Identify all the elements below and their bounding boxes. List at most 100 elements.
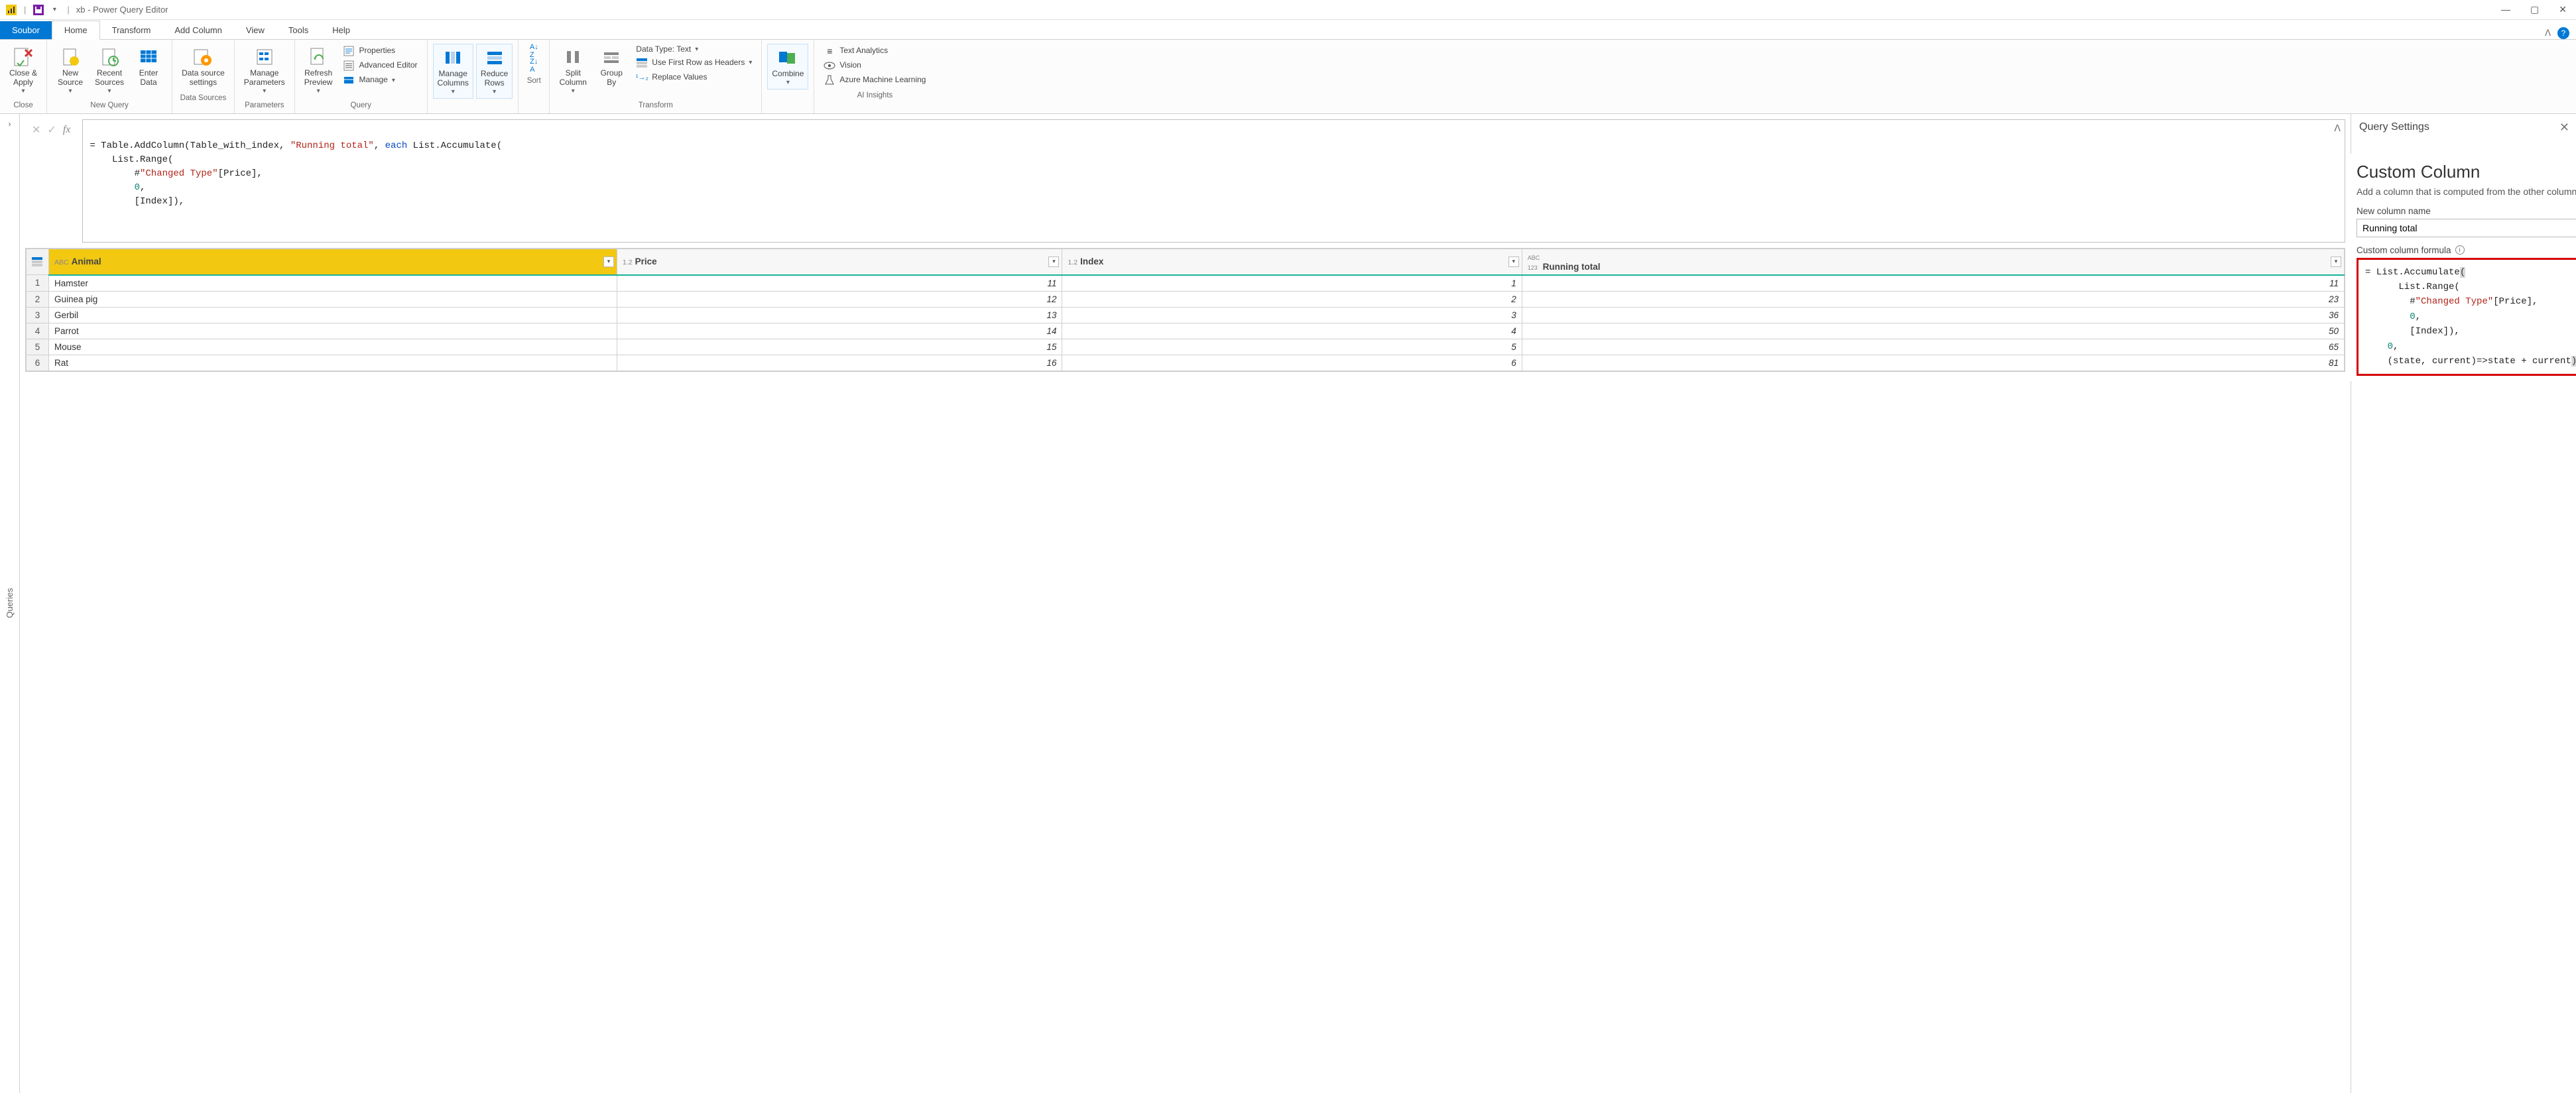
manage-query-button[interactable]: Manage [339,73,421,87]
custom-formula-editor[interactable]: = List.Accumulate( List.Range( #"Changed… [2357,258,2576,376]
sort-desc-icon: Z↓A [528,60,540,72]
qat-dropdown[interactable]: ▾ [48,4,60,16]
cell-price[interactable]: 13 [617,307,1062,323]
split-column-button[interactable]: Split Column [555,44,591,97]
first-row-headers-button[interactable]: Use First Row as Headers [632,56,756,70]
formula-cancel-icon[interactable]: ✕ [32,123,40,137]
close-apply-icon [13,46,34,68]
cell-running[interactable]: 11 [1522,275,2344,292]
gear-icon [192,46,214,68]
data-source-settings-button[interactable]: Data source settings [178,44,229,90]
row-number[interactable]: 4 [27,323,49,339]
manage-columns-button[interactable]: Manage Columns [433,44,473,99]
cell-index[interactable]: 5 [1062,339,1522,355]
row-number[interactable]: 2 [27,291,49,307]
filter-dropdown-icon[interactable]: ▾ [1508,257,1519,267]
queries-panel-tab[interactable]: Queries [5,588,15,618]
tab-view[interactable]: View [234,21,276,39]
tab-file[interactable]: Soubor [0,21,52,39]
properties-button[interactable]: Properties [339,44,421,58]
replace-values-button[interactable]: ¹→₂ Replace Values [632,70,756,85]
cell-running[interactable]: 23 [1522,291,2344,307]
tab-help[interactable]: Help [320,21,362,39]
tab-transform[interactable]: Transform [100,21,163,39]
cell-index[interactable]: 2 [1062,291,1522,307]
cell-animal[interactable]: Guinea pig [49,291,617,307]
cell-animal[interactable]: Hamster [49,275,617,292]
new-column-name-label: New column name [2357,206,2431,216]
data-type-button[interactable]: Data Type: Text [632,44,756,56]
formula-collapse-icon[interactable]: ᐱ [2334,123,2341,137]
tab-add-column[interactable]: Add Column [162,21,234,39]
tab-tools[interactable]: Tools [276,21,320,39]
data-grid[interactable]: ABCAnimal▾ 1.2Price▾ 1.2Index▾ ABC123 Ru… [25,248,2345,372]
cell-price[interactable]: 11 [617,275,1062,292]
cell-price[interactable]: 12 [617,291,1062,307]
manage-icon [343,74,355,86]
recent-sources-button[interactable]: Recent Sources [91,44,128,97]
advanced-editor-button[interactable]: Advanced Editor [339,58,421,73]
grid-corner[interactable] [27,249,49,275]
cell-index[interactable]: 1 [1062,275,1522,292]
manage-parameters-button[interactable]: Manage Parameters [240,44,289,97]
col-header-running-total[interactable]: ABC123 Running total▾ [1522,249,2344,275]
row-number[interactable]: 1 [27,275,49,292]
cell-animal[interactable]: Parrot [49,323,617,339]
new-column-name-input[interactable] [2357,219,2576,237]
row-number[interactable]: 3 [27,307,49,323]
col-header-animal[interactable]: ABCAnimal▾ [49,249,617,275]
cell-running[interactable]: 65 [1522,339,2344,355]
azure-ml-button[interactable]: Azure Machine Learning [820,73,930,87]
refresh-preview-button[interactable]: Refresh Preview [300,44,337,97]
cell-price[interactable]: 14 [617,323,1062,339]
row-number[interactable]: 5 [27,339,49,355]
ribbon: Close & Apply Close New Source Recent So… [0,40,2576,114]
close-query-settings-icon[interactable]: ✕ [2559,121,2569,135]
sort-desc-button[interactable]: Z↓A [524,58,544,73]
close-apply-button[interactable]: Close & Apply [5,44,41,97]
combine-button[interactable]: Combine [767,44,808,89]
cell-index[interactable]: 4 [1062,323,1522,339]
formula-commit-icon[interactable]: ✓ [47,123,56,137]
help-icon[interactable]: ? [2557,27,2569,39]
cell-running[interactable]: 36 [1522,307,2344,323]
cell-animal[interactable]: Rat [49,355,617,371]
info-icon[interactable]: i [2455,245,2465,255]
filter-dropdown-icon[interactable]: ▾ [2331,257,2341,267]
col-header-index[interactable]: 1.2Index▾ [1062,249,1522,275]
save-icon[interactable] [32,4,44,16]
tab-home[interactable]: Home [52,21,100,40]
row-number[interactable]: 6 [27,355,49,371]
cell-price[interactable]: 15 [617,339,1062,355]
col-header-price[interactable]: 1.2Price▾ [617,249,1062,275]
filter-dropdown-icon[interactable]: ▾ [1048,257,1059,267]
recent-sources-icon [99,46,120,68]
vision-button[interactable]: Vision [820,58,930,73]
flask-icon [824,74,835,86]
filter-dropdown-icon[interactable]: ▾ [603,257,614,267]
maximize-button[interactable]: ▢ [2526,3,2543,17]
group-by-button[interactable]: Group By [593,44,629,90]
cell-index[interactable]: 3 [1062,307,1522,323]
cell-animal[interactable]: Gerbil [49,307,617,323]
cell-animal[interactable]: Mouse [49,339,617,355]
formula-bar[interactable]: = Table.AddColumn(Table_with_index, "Run… [82,119,2345,243]
cell-index[interactable]: 6 [1062,355,1522,371]
enter-data-button[interactable]: Enter Data [131,44,166,90]
cell-price[interactable]: 16 [617,355,1062,371]
cell-running[interactable]: 50 [1522,323,2344,339]
close-button[interactable]: ✕ [2555,3,2571,17]
text-analytics-button[interactable]: ≡ Text Analytics [820,44,930,58]
custom-formula-label: Custom column formula [2357,245,2451,255]
cell-running[interactable]: 81 [1522,355,2344,371]
fx-icon[interactable]: fx [63,124,71,136]
split-column-icon [562,46,583,68]
expand-queries-icon[interactable]: › [3,114,17,134]
collapse-ribbon-icon[interactable]: ᐱ [2545,28,2551,38]
refresh-icon [308,46,329,68]
sort-asc-button[interactable]: A↓Z [524,44,544,58]
new-source-button[interactable]: New Source [52,44,88,97]
minimize-button[interactable]: ― [2497,3,2514,17]
titlebar: | ▾ | xb - Power Query Editor ― ▢ ✕ [0,0,2576,20]
reduce-rows-button[interactable]: Reduce Rows [476,44,513,99]
